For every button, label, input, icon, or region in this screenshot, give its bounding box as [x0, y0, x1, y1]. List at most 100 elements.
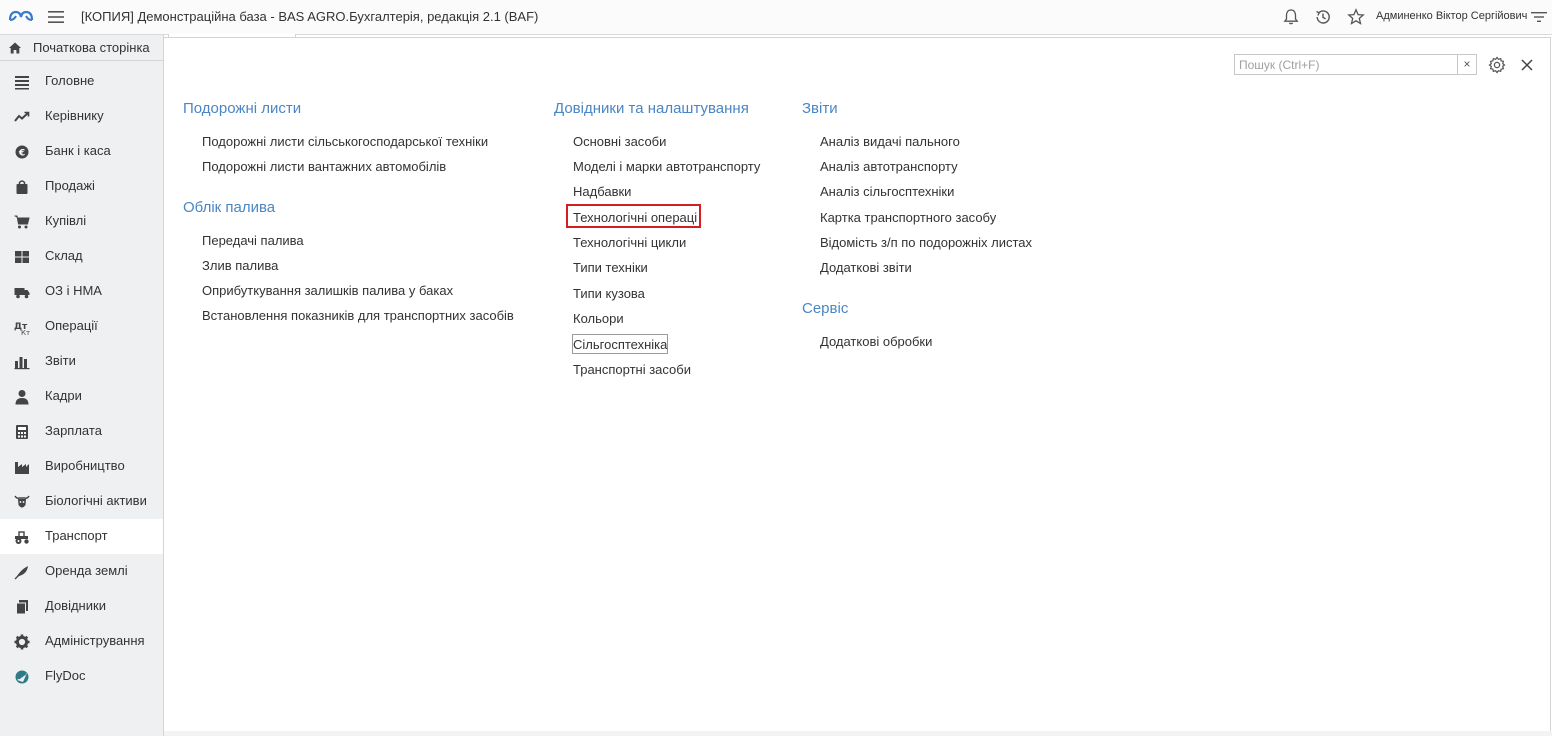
link-fuel-indicators[interactable]: Встановлення показників для транспортних…: [202, 308, 514, 323]
section-title-service: Сервіс: [802, 300, 849, 317]
coin-icon: €: [15, 145, 29, 159]
section-title-waybills: Подорожні листи: [183, 100, 302, 117]
user-name[interactable]: Админенко Віктор Сергійович: [1376, 10, 1527, 22]
sidebar-item-label: Початкова сторінка: [33, 40, 150, 55]
close-icon[interactable]: [1520, 58, 1534, 72]
link-agri-analysis[interactable]: Аналіз сільгосптехніки: [820, 184, 954, 199]
app-logo-icon[interactable]: [6, 6, 36, 28]
top-bar: [КОПИЯ] Демонстраційна база - BAS AGRO.Б…: [0, 0, 1552, 35]
sidebar-item-operations[interactable]: Дт Кт Операції: [0, 309, 163, 344]
link-surcharges[interactable]: Надбавки: [573, 184, 631, 199]
link-fuel-transfers[interactable]: Передачі палива: [202, 233, 304, 248]
sidebar-item-label: Адміністрування: [45, 633, 145, 648]
sidebar-item-label: Банк і каса: [45, 143, 111, 158]
link-fuel-drain[interactable]: Злив палива: [202, 258, 278, 273]
svg-text:Кт: Кт: [21, 329, 30, 335]
home-icon: [9, 42, 21, 54]
link-vehicle-models[interactable]: Моделі і марки автотранспорту: [573, 159, 760, 174]
section-title-fuel: Облік палива: [183, 199, 276, 216]
search-input[interactable]: [1235, 55, 1455, 74]
sidebar-item-main[interactable]: Головне: [0, 64, 163, 99]
sidebar-item-label: Операції: [45, 318, 98, 333]
sidebar-item-label: FlyDoc: [45, 668, 86, 683]
sidebar-item-salary[interactable]: Зарплата: [0, 414, 163, 449]
status-strip: [164, 731, 1552, 736]
sidebar-item-bank[interactable]: € Банк і каса: [0, 134, 163, 169]
sidebar-item-land-lease[interactable]: Оренда землі: [0, 554, 163, 589]
sidebar-item-label: Головне: [45, 73, 95, 88]
menu-icon[interactable]: [47, 8, 65, 26]
star-icon[interactable]: [1347, 8, 1365, 26]
funnel-menu-icon[interactable]: [1530, 8, 1548, 26]
calculator-icon: [16, 425, 28, 439]
feather-icon: [14, 566, 28, 580]
link-colors[interactable]: Кольори: [573, 311, 624, 326]
link-vehicles[interactable]: Транспортні засоби: [573, 362, 691, 377]
link-additional-reports[interactable]: Додаткові звіти: [820, 260, 912, 275]
link-agri-machinery[interactable]: Сільгосптехніка: [573, 337, 667, 352]
link-fixed-assets[interactable]: Основні засоби: [573, 134, 666, 149]
tractor-icon: [15, 531, 29, 544]
sidebar-item-home[interactable]: Початкова сторінка: [0, 35, 163, 61]
sidebar-item-label: Довідники: [45, 598, 106, 613]
sidebar-item-label: Керівнику: [45, 108, 104, 123]
link-fuel-issue-analysis[interactable]: Аналіз видачі пального: [820, 134, 960, 149]
settings-icon[interactable]: [1488, 56, 1506, 74]
sidebar-item-manager[interactable]: Керівнику: [0, 99, 163, 134]
trend-icon: [14, 111, 30, 122]
link-machine-types[interactable]: Типи техніки: [573, 260, 648, 275]
section-title-reports: Звіти: [802, 100, 838, 117]
link-tech-cycles[interactable]: Технологічні цикли: [573, 235, 686, 250]
section-title-catalogs: Довідники та налаштування: [554, 100, 749, 117]
link-additional-processing[interactable]: Додаткові обробки: [820, 334, 932, 349]
search-clear-button[interactable]: ×: [1458, 54, 1477, 75]
sidebar-item-label: Звіти: [45, 353, 76, 368]
flydoc-icon: [15, 670, 29, 684]
sidebar-item-reports[interactable]: Звіти: [0, 344, 163, 379]
search-field[interactable]: [1234, 54, 1458, 75]
sidebar-item-label: ОЗ і НМА: [45, 283, 102, 298]
sidebar-item-label: Зарплата: [45, 423, 102, 438]
sidebar-item-label: Кадри: [45, 388, 82, 403]
sidebar-item-warehouse[interactable]: Склад: [0, 239, 163, 274]
link-waybills-agri[interactable]: Подорожні листи сільськогосподарської те…: [202, 134, 488, 149]
sidebar-item-label: Біологічні активи: [45, 493, 147, 508]
person-icon: [15, 390, 29, 405]
sidebar-item-label: Виробництво: [45, 458, 125, 473]
sidebar: Початкова сторінка Головне Керівнику € Б…: [0, 35, 164, 736]
books-icon: [16, 600, 28, 615]
sidebar-item-production[interactable]: Виробництво: [0, 449, 163, 484]
link-waybills-trucks[interactable]: Подорожні листи вантажних автомобілів: [202, 159, 446, 174]
link-vehicle-card[interactable]: Картка транспортного засобу: [820, 210, 996, 225]
bar-chart-icon: [14, 357, 30, 370]
link-waybill-salary[interactable]: Відомість з/п по подорожніх листах: [820, 235, 1032, 250]
operations-icon: Дт Кт: [14, 322, 30, 335]
svg-text:€: €: [18, 148, 25, 158]
sidebar-item-administration[interactable]: Адміністрування: [0, 624, 163, 659]
link-tech-operations[interactable]: Технологічні операції: [573, 210, 697, 225]
link-vehicle-analysis[interactable]: Аналіз автотранспорту: [820, 159, 958, 174]
sidebar-item-purchases[interactable]: Купівлі: [0, 204, 163, 239]
sidebar-item-bio-assets[interactable]: Біологічні активи: [0, 484, 163, 519]
link-body-types[interactable]: Типи кузова: [573, 286, 645, 301]
sidebar-item-fixed-assets[interactable]: ОЗ і НМА: [0, 274, 163, 309]
app-title: [КОПИЯ] Демонстраційна база - BAS AGRO.Б…: [81, 9, 539, 24]
bell-icon[interactable]: [1282, 8, 1300, 26]
gear-icon: [14, 634, 30, 650]
bag-icon: [16, 180, 28, 194]
sidebar-item-catalogs[interactable]: Довідники: [0, 589, 163, 624]
sidebar-item-label: Продажі: [45, 178, 95, 193]
sidebar-item-transport[interactable]: Транспорт: [0, 519, 163, 554]
warehouse-icon: [15, 251, 29, 263]
sidebar-item-hr[interactable]: Кадри: [0, 379, 163, 414]
link-fuel-tank-balances[interactable]: Оприбуткування залишків палива у баках: [202, 283, 453, 298]
sidebar-item-label: Купівлі: [45, 213, 87, 228]
history-icon[interactable]: [1314, 8, 1332, 26]
factory-icon: [15, 462, 29, 474]
sidebar-item-label: Транспорт: [45, 528, 108, 543]
list-icon: [15, 76, 29, 90]
sidebar-item-sales[interactable]: Продажі: [0, 169, 163, 204]
sidebar-item-flydoc[interactable]: FlyDoc: [0, 659, 163, 694]
cart-icon: [14, 215, 30, 229]
cow-icon: [14, 495, 30, 508]
